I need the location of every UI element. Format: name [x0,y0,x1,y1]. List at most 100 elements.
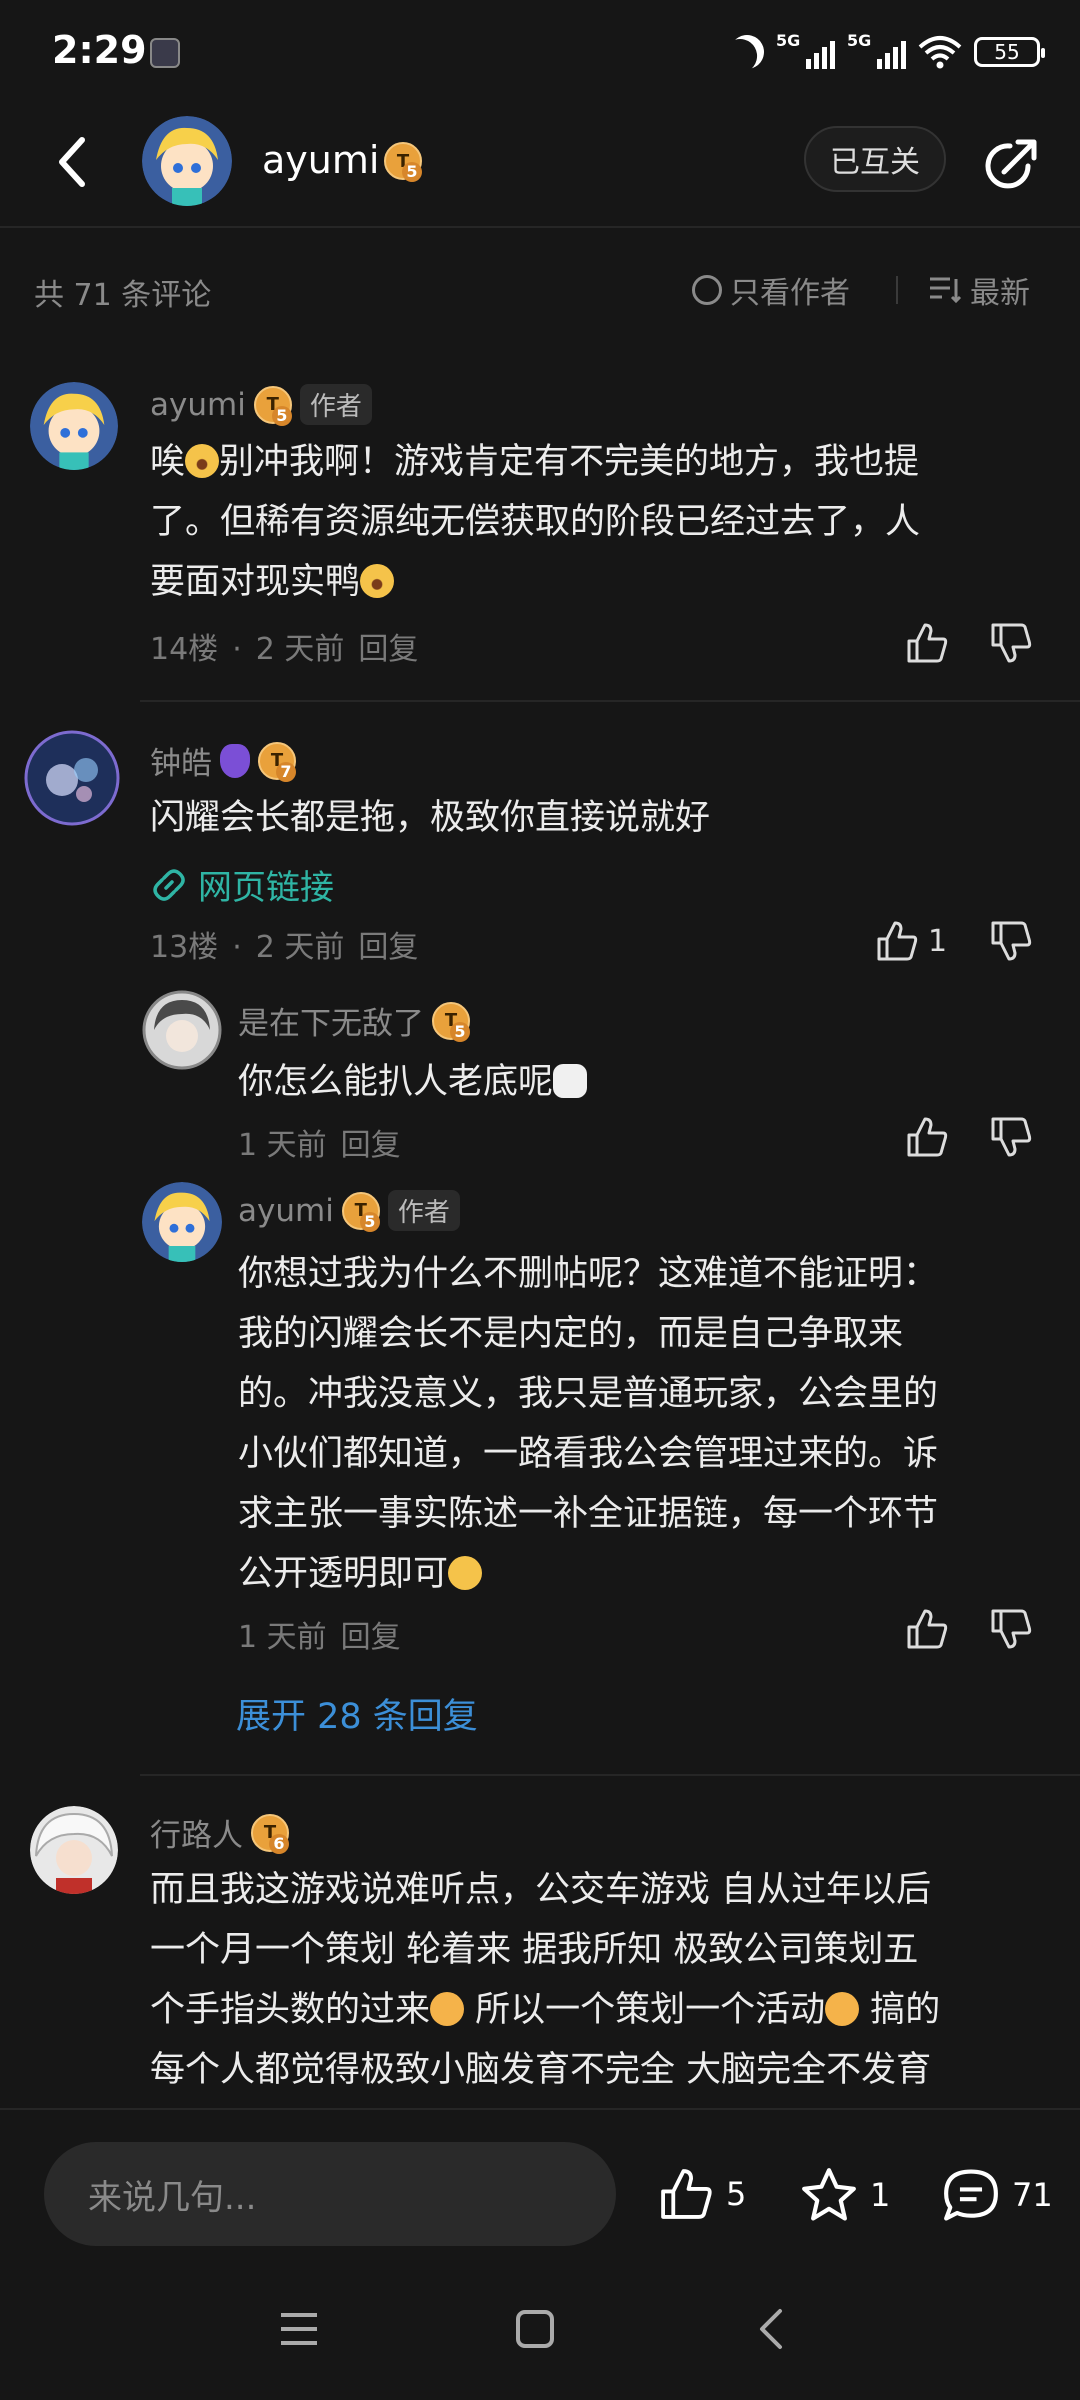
signal-icon-2: 5G [847,31,906,69]
thumbs-up-icon [877,921,918,961]
status-bar: 2:29 5G 5G 55 [0,0,1080,100]
replier-avatar[interactable] [142,1182,222,1262]
reply-author-name[interactable]: 是在下无敌了 [238,998,424,1043]
like-button[interactable] [902,1112,952,1162]
comment-text: 而且我这游戏说难听点，公交车游戏 自从过年以后 一个月一个策划 轮着来 据我所知… [150,1870,941,2090]
sort-icon [930,277,962,304]
reply-button[interactable]: 回复 [341,1128,401,1163]
comments-count: 71 [1012,2176,1053,2214]
status-time: 2:29 [52,28,147,72]
bottom-action-bar: 来说几句... 5 1 71 [0,2108,1080,2258]
post-header: ayumi T5 已互关 [0,100,1080,228]
author-tag: 作者 [387,1190,460,1231]
expand-replies-link[interactable]: 展开 28 条回复 [236,1688,478,1739]
floor-number: 14楼 [150,632,219,667]
replier-avatar[interactable] [142,990,222,1070]
back-button[interactable] [44,130,100,194]
chevron-left-icon [59,137,85,187]
comment-author: 钟皓 T7 [150,738,296,783]
mutual-follow-button[interactable]: 已互关 [804,126,946,192]
comments-button[interactable]: 71 [940,2166,1053,2224]
thumbs-up-icon [907,1609,948,1649]
separator [140,1774,1080,1776]
level-badge-icon: T5 [432,1001,470,1042]
shocked-emoji-icon [360,564,395,598]
home-square-icon [516,2310,554,2348]
dislike-button[interactable] [986,618,1036,668]
commenter-avatar[interactable] [24,730,120,826]
back-arrow-icon [760,2309,782,2349]
author-tag: 作者 [299,384,372,425]
author-only-toggle[interactable]: 只看作者 [692,268,850,312]
comment-input[interactable]: 来说几句... [44,2142,616,2246]
like-button[interactable] [902,618,952,668]
like-count: 1 [928,923,948,959]
like-button[interactable] [902,1604,952,1654]
nav-back-button[interactable] [736,2294,806,2364]
dislike-button[interactable] [986,1604,1036,1654]
thumbs-down-icon [991,1609,1032,1649]
sort-button[interactable]: 最新 [928,268,1030,312]
reply-author: ayumi T5 作者 [238,1190,460,1232]
comment-author: 行路人 T6 [150,1810,289,1855]
commenter-avatar[interactable] [30,382,118,470]
favorite-button[interactable]: 1 [798,2166,890,2224]
comment-meta: 14楼 · 2 天前 回复 [150,632,419,667]
like-button[interactable]: 1 [872,916,947,966]
angry-emoji-icon [430,1992,465,2026]
comment-text: 闪耀会长都是拖，极致你直接说就好 [150,798,711,838]
sort-label: 最新 [970,276,1030,311]
reply-author: 是在下无敌了 T5 [238,998,470,1043]
reply-button[interactable]: 回复 [358,930,418,965]
comment-count: 共 71 条评论 [34,278,212,313]
thumbs-down-icon [991,1117,1032,1157]
commenter-avatar[interactable] [30,1806,118,1894]
comment-author-name[interactable]: ayumi [150,387,246,423]
floor-number: 13楼 [150,930,219,965]
comment-meta: 13楼 · 2 天前 回复 [150,930,419,965]
comment-author-name[interactable]: 行路人 [150,1810,243,1855]
dislike-button[interactable] [986,1112,1036,1162]
comment-time: 2 天前 [255,930,345,965]
status-icons: 5G 5G 55 [730,31,1045,72]
eggplant-badge-icon [220,743,250,778]
home-button[interactable] [500,2294,570,2364]
share-button[interactable] [980,136,1040,196]
reply-text: 你想过我为什么不删帖呢？这难道不能证明： 我的闪耀会长不是内定的，而是自己争取来… [238,1254,939,1594]
reply-time: 1 天前 [238,1128,327,1163]
dislike-button[interactable] [986,916,1036,966]
author-only-label: 只看作者 [730,276,850,311]
thumbs-up-icon [661,2169,712,2219]
level-badge-icon: T7 [258,741,296,782]
do-not-disturb-icon [724,29,770,75]
web-link[interactable]: 网页链接 [150,860,334,909]
author-name[interactable]: ayumi [262,138,379,182]
thumbs-down-icon [991,623,1032,663]
thumbs-up-icon [907,623,948,663]
wifi-icon [918,36,962,69]
comment-author: ayumi T5 作者 [150,384,372,426]
post-like-button[interactable]: 5 [656,2166,746,2222]
reply-button[interactable]: 回复 [358,632,418,667]
level-badge-icon: T5 [253,385,292,426]
level-badge-icon: T5 [384,142,422,182]
reply-meta: 1 天前 回复 [238,1612,415,1656]
cat-emoji-icon [553,1064,588,1098]
level-badge-icon: T5 [341,1191,380,1232]
comment-author-name[interactable]: 钟皓 [150,738,212,783]
menu-button[interactable] [264,2294,334,2364]
reply-time: 1 天前 [238,1620,327,1655]
system-nav-bar [0,2258,1080,2400]
signal-icon-1: 5G [776,31,835,69]
shocked-emoji-icon [185,444,220,478]
reply-author-name[interactable]: ayumi [238,1193,334,1229]
star-icon [802,2168,856,2221]
reply-text: 你怎么能扒人老底呢 [238,1052,1038,1112]
smug-emoji-icon [448,1556,483,1590]
reply-meta: 1 天前 回复 [238,1120,415,1164]
battery-icon: 55 [974,37,1045,67]
author-avatar[interactable] [142,116,232,206]
app-notification-icon [150,38,180,68]
share-icon [985,139,1037,189]
reply-button[interactable]: 回复 [341,1620,401,1655]
